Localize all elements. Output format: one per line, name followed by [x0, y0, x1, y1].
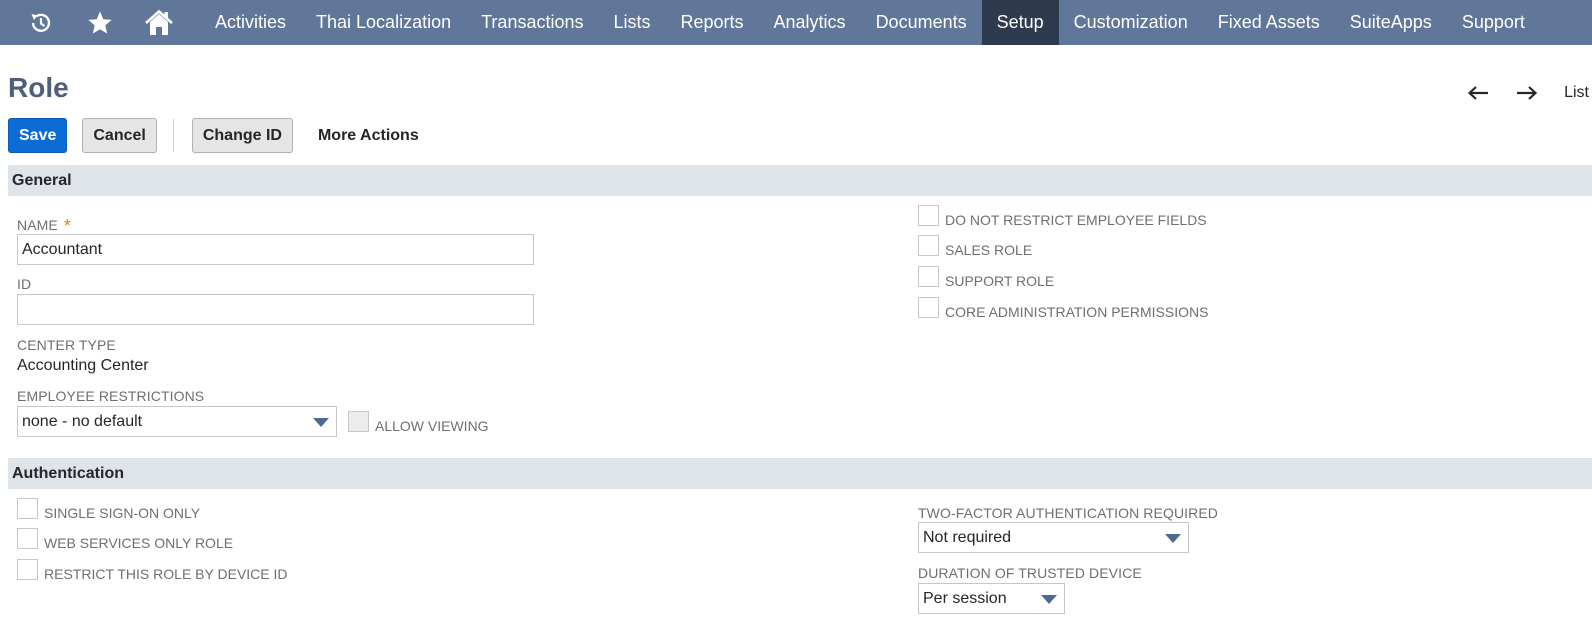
list-link[interactable]: List — [1564, 84, 1589, 102]
two-factor-value: Not required — [923, 528, 1012, 546]
employee-restrictions-label: EMPLOYEE RESTRICTIONS — [17, 388, 205, 404]
nav-customization[interactable]: Customization — [1059, 0, 1203, 45]
sales-role-label: SALES ROLE — [945, 242, 1033, 258]
arrow-right-icon[interactable] — [1515, 83, 1539, 103]
employee-restrictions-value: none - no default — [22, 412, 143, 430]
employee-restrictions-select[interactable]: none - no default — [17, 406, 337, 437]
two-factor-label: TWO-FACTOR AUTHENTICATION REQUIRED — [918, 505, 1218, 521]
do-not-restrict-employee-fields-checkbox[interactable] — [918, 205, 939, 226]
page-title: Role — [8, 72, 69, 103]
more-actions-menu[interactable]: More Actions — [318, 127, 419, 145]
single-sign-on-row: SINGLE SIGN-ON ONLY — [17, 498, 200, 521]
support-role-row: SUPPORT ROLE — [918, 266, 1054, 289]
core-admin-permissions-row: CORE ADMINISTRATION PERMISSIONS — [918, 297, 1208, 320]
chevron-down-icon — [1165, 534, 1181, 543]
center-type-label: CENTER TYPE — [17, 337, 116, 353]
nav-setup[interactable]: Setup — [981, 0, 1059, 45]
do-not-restrict-employee-fields-label: DO NOT RESTRICT EMPLOYEE FIELDS — [945, 212, 1207, 228]
arrow-left-icon[interactable] — [1466, 83, 1490, 103]
section-header-general[interactable]: General — [8, 165, 1592, 196]
home-icon[interactable] — [118, 0, 200, 45]
nav-transactions[interactable]: Transactions — [466, 0, 598, 45]
restrict-by-device-id-row: RESTRICT THIS ROLE BY DEVICE ID — [17, 559, 288, 582]
button-divider — [172, 119, 174, 152]
center-type-value: Accounting Center — [17, 357, 149, 374]
cancel-button[interactable]: Cancel — [82, 118, 157, 153]
main-navigation: Activities Thai Localization Transaction… — [0, 0, 1592, 45]
required-mark: * — [63, 216, 71, 236]
sales-role-checkbox[interactable] — [918, 235, 939, 256]
sales-role-row: SALES ROLE — [918, 235, 1032, 258]
id-label: ID — [17, 276, 32, 292]
nav-lists[interactable]: Lists — [598, 0, 665, 45]
single-sign-on-checkbox[interactable] — [17, 498, 38, 519]
core-admin-permissions-checkbox[interactable] — [918, 297, 939, 318]
button-bar: Save Cancel Change ID More Actions — [8, 118, 419, 153]
restrict-by-device-id-checkbox[interactable] — [17, 559, 38, 580]
record-pager: List — [1466, 80, 1592, 106]
single-sign-on-label: SINGLE SIGN-ON ONLY — [44, 505, 201, 521]
allow-viewing-checkbox[interactable] — [348, 411, 369, 432]
name-input[interactable] — [17, 234, 534, 265]
restrict-by-device-id-label: RESTRICT THIS ROLE BY DEVICE ID — [44, 566, 288, 582]
nav-suiteapps[interactable]: SuiteApps — [1335, 0, 1447, 45]
support-role-label: SUPPORT ROLE — [945, 273, 1055, 289]
trusted-device-duration-value: Per session — [923, 589, 1007, 607]
nav-support[interactable]: Support — [1447, 0, 1540, 45]
core-admin-permissions-label: CORE ADMINISTRATION PERMISSIONS — [945, 304, 1209, 320]
star-icon[interactable] — [82, 0, 118, 45]
support-role-checkbox[interactable] — [918, 266, 939, 287]
nav-activities[interactable]: Activities — [200, 0, 301, 45]
allow-viewing-row: ALLOW VIEWING — [348, 411, 489, 434]
allow-viewing-label: ALLOW VIEWING — [375, 418, 489, 434]
web-services-only-label: WEB SERVICES ONLY ROLE — [44, 535, 234, 551]
trusted-device-duration-label: DURATION OF TRUSTED DEVICE — [918, 565, 1142, 581]
section-header-authentication[interactable]: Authentication — [8, 458, 1592, 489]
nav-analytics[interactable]: Analytics — [759, 0, 861, 45]
chevron-down-icon — [313, 418, 329, 427]
name-label: NAME * — [17, 214, 71, 236]
two-factor-select[interactable]: Not required — [918, 522, 1189, 553]
nav-documents[interactable]: Documents — [861, 0, 982, 45]
trusted-device-duration-select[interactable]: Per session — [918, 583, 1065, 614]
name-label-text: NAME — [17, 217, 58, 233]
web-services-only-checkbox[interactable] — [17, 528, 38, 549]
id-input[interactable] — [17, 294, 534, 325]
save-button[interactable]: Save — [8, 118, 68, 153]
nav-fixed-assets[interactable]: Fixed Assets — [1203, 0, 1335, 45]
web-services-only-row: WEB SERVICES ONLY ROLE — [17, 528, 233, 551]
nav-thai-localization[interactable]: Thai Localization — [301, 0, 466, 45]
recent-records-icon[interactable] — [0, 0, 82, 45]
do-not-restrict-employee-fields-row: DO NOT RESTRICT EMPLOYEE FIELDS — [918, 205, 1207, 228]
change-id-button[interactable]: Change ID — [191, 118, 293, 153]
nav-reports[interactable]: Reports — [666, 0, 759, 45]
chevron-down-icon — [1041, 595, 1057, 604]
